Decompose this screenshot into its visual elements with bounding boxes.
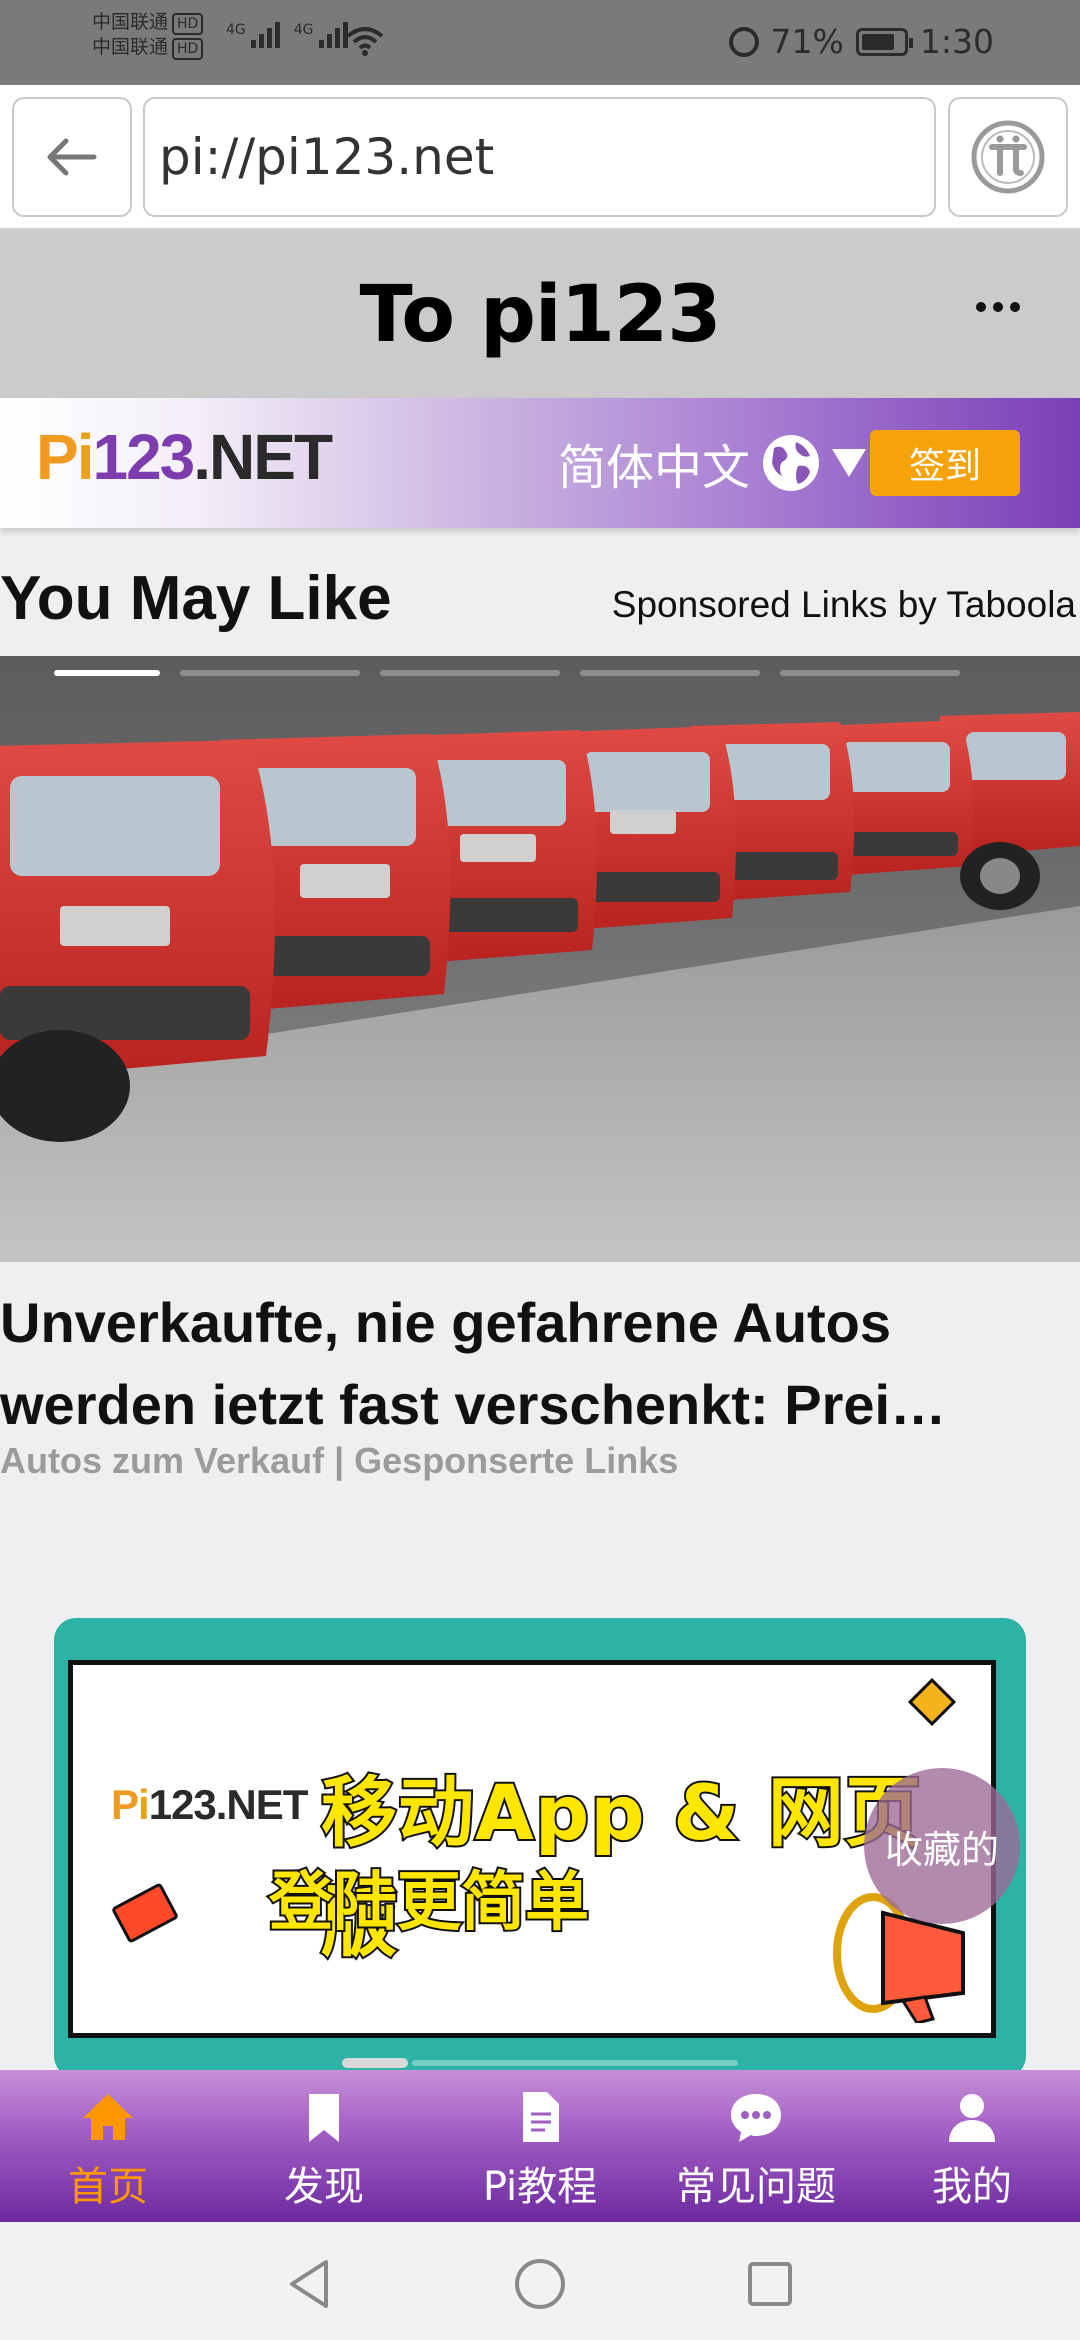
page-title: To pi123 [359,270,722,360]
site-logo[interactable]: Pi123.NET [36,420,333,494]
document-icon [523,2092,559,2142]
clock: 1:30 [919,22,994,61]
pi-logo-icon [971,120,1045,194]
star-icon [907,1677,957,1727]
arrow-left-icon [47,138,97,176]
status-bar: 中国联通 HD 中国联通 HD 4G 4G 71% 1:30 [0,0,1080,85]
dot-icon [1010,302,1020,312]
ad-image[interactable] [0,656,1080,1262]
red-cars-photo [0,656,1080,1262]
carousel-indicator-active[interactable] [54,670,160,676]
carousel-indicator[interactable] [180,670,360,676]
chevron-down-icon [832,449,867,477]
promo-card: Pi123.NET 移动App & 网页版 登陆更简单 [68,1660,996,2038]
tab-discover[interactable]: 发现 [216,2070,432,2222]
ad-source[interactable]: Autos zum Verkauf | Gesponserte Links [0,1440,678,1482]
status-right: 71% 1:30 [728,22,994,61]
back-button[interactable] [12,97,132,217]
signin-button[interactable]: 签到 [870,430,1020,496]
signal-indicators: 4G 4G [226,22,348,48]
carousel-indicator[interactable] [580,670,760,676]
site-header: Pi123.NET 简体中文 签到 [0,398,1080,528]
tab-label: 常见问题 [676,2164,836,2210]
network-type-1: 4G [226,22,246,38]
user-icon [949,2094,995,2142]
tab-faq[interactable]: 常见问题 [648,2070,864,2222]
pi-wallet-button[interactable] [948,97,1068,217]
bookmark-icon [309,2094,339,2142]
tab-label: 发现 [284,2164,364,2210]
carousel-indicator[interactable] [780,670,960,676]
wifi-icon [346,27,384,56]
carousel-indicator[interactable] [380,670,560,676]
tab-label: Pi教程 [482,2164,598,2210]
signal-icon: 4G [226,22,280,48]
url-text: pi://pi123.net [159,128,495,186]
battery-icon [855,27,913,56]
alarm-icon [728,26,759,57]
hd-badge-2: HD [172,38,204,60]
globe-icon [763,435,820,491]
dot-icon [976,302,986,312]
tab-label: 我的 [932,2164,1012,2210]
feed-section-title: You May Like [0,564,392,633]
nav-recents-icon[interactable] [740,2254,800,2314]
carrier-info: 中国联通 HD 中国联通 HD [92,10,204,60]
carrier-name-2: 中国联通 [92,36,169,58]
network-type-2: 4G [293,22,314,38]
ticket-icon [110,1882,180,1944]
browser-address-row: pi://pi123.net [0,85,1080,230]
battery-percent: 71% [770,22,844,61]
scrollbar-thumb[interactable] [342,2058,408,2068]
nav-back-icon[interactable] [280,2254,340,2314]
chat-icon [731,2094,781,2142]
dot-icon [993,302,1003,312]
promo-subheadline: 登陆更简单 [267,1864,591,1942]
nav-home-icon[interactable] [510,2254,570,2314]
more-options-button[interactable] [976,302,1020,312]
language-selector[interactable]: 简体中文 [558,428,867,498]
system-nav-bar [0,2222,1080,2340]
tab-label: 首页 [68,2164,148,2210]
carousel-indicators [54,670,960,676]
home-icon [83,2094,133,2140]
scrollbar-track[interactable] [412,2060,738,2066]
tab-profile[interactable]: 我的 [864,2070,1080,2222]
tab-pi-tutorial[interactable]: Pi教程 [432,2070,648,2222]
favorites-bubble[interactable]: 收藏的 [864,1768,1020,1924]
tab-home[interactable]: 首页 [0,2070,216,2222]
carrier-name-1: 中国联通 [92,11,169,33]
hd-badge-1: HD [172,13,204,35]
language-label: 简体中文 [558,440,751,496]
url-input[interactable]: pi://pi123.net [143,97,936,217]
signal-icon: 4G [294,22,348,48]
page-title-bar: To pi123 [0,230,1080,398]
bottom-tab-bar: 首页 发现 Pi教程 常见问题 我的 [0,2070,1080,2222]
promo-logo: Pi123.NET [111,1781,308,1828]
ad-title[interactable]: Unverkaufte, nie gefahrene Autos werden … [0,1282,1080,1446]
sponsored-label[interactable]: Sponsored Links by Taboola [612,584,1076,626]
